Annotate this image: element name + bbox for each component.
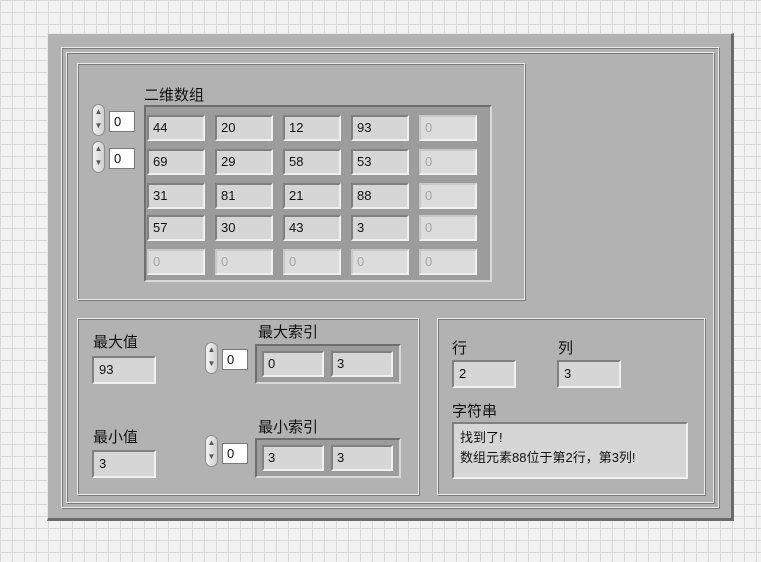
row-label: 行 xyxy=(452,340,468,357)
max-value-label: 最大值 xyxy=(93,334,139,351)
array-cell[interactable]: 81 xyxy=(215,183,273,209)
min-value-label: 最小值 xyxy=(93,429,139,446)
array-cell[interactable]: 44 xyxy=(147,115,205,141)
col-index-input[interactable]: 0 xyxy=(109,148,135,169)
string-label: 字符串 xyxy=(452,403,498,420)
col-index-spinner-icon[interactable]: ▲ ▼ xyxy=(92,141,105,173)
array-cell[interactable]: 0 xyxy=(419,149,477,175)
row-index-spinner-icon[interactable]: ▲ ▼ xyxy=(92,104,105,136)
min-index-cell[interactable]: 3 xyxy=(331,445,393,471)
array-cell[interactable]: 0 xyxy=(215,249,273,275)
row-index-input[interactable]: 0 xyxy=(109,111,135,132)
array-cell[interactable]: 0 xyxy=(419,215,477,241)
array-cell[interactable]: 29 xyxy=(215,149,273,175)
array-cell[interactable]: 58 xyxy=(283,149,341,175)
array-cell[interactable]: 0 xyxy=(351,249,409,275)
array-label: 二维数组 xyxy=(144,87,205,104)
array-cell[interactable]: 12 xyxy=(283,115,341,141)
col-label: 列 xyxy=(558,340,574,357)
string-line: 找到了! xyxy=(460,430,503,445)
front-panel: 二维数组 ▲ ▼ 0 ▲ ▼ 0 44 20 12 93 0 69 29 58 53… xyxy=(47,33,734,521)
array-cell[interactable]: 0 xyxy=(419,183,477,209)
array-cell[interactable]: 31 xyxy=(147,183,205,209)
max-value-indicator: 93 xyxy=(92,356,156,384)
min-value-indicator: 3 xyxy=(92,450,156,478)
string-indicator: 找到了! 数组元素88位于第2行，第3列! xyxy=(452,422,688,479)
array-cell[interactable]: 57 xyxy=(147,215,205,241)
array-cell[interactable]: 88 xyxy=(351,183,409,209)
array-cell[interactable]: 0 xyxy=(419,249,477,275)
array-cell[interactable]: 0 xyxy=(419,115,477,141)
array-cell[interactable]: 30 xyxy=(215,215,273,241)
array-cell[interactable]: 0 xyxy=(147,249,205,275)
array-cell[interactable]: 0 xyxy=(283,249,341,275)
array-cell[interactable]: 93 xyxy=(351,115,409,141)
array-cell[interactable]: 21 xyxy=(283,183,341,209)
array-cell[interactable]: 20 xyxy=(215,115,273,141)
string-line: 数组元素88位于第2行，第3列! xyxy=(460,450,636,465)
array-cell[interactable]: 53 xyxy=(351,149,409,175)
max-index-spinner-icon[interactable]: ▲ ▼ xyxy=(205,342,218,374)
array-cell[interactable]: 69 xyxy=(147,149,205,175)
max-index-input[interactable]: 0 xyxy=(222,349,248,370)
array-cell[interactable]: 43 xyxy=(283,215,341,241)
max-index-cell[interactable]: 0 xyxy=(262,351,324,377)
min-index-label: 最小索引 xyxy=(258,419,319,436)
array-cell[interactable]: 3 xyxy=(351,215,409,241)
max-index-label: 最大索引 xyxy=(258,324,319,341)
min-index-cell[interactable]: 3 xyxy=(262,445,324,471)
row-indicator: 2 xyxy=(452,360,516,388)
min-index-input[interactable]: 0 xyxy=(222,443,248,464)
col-indicator: 3 xyxy=(557,360,621,388)
min-index-spinner-icon[interactable]: ▲ ▼ xyxy=(205,435,218,467)
max-index-cell[interactable]: 3 xyxy=(331,351,393,377)
